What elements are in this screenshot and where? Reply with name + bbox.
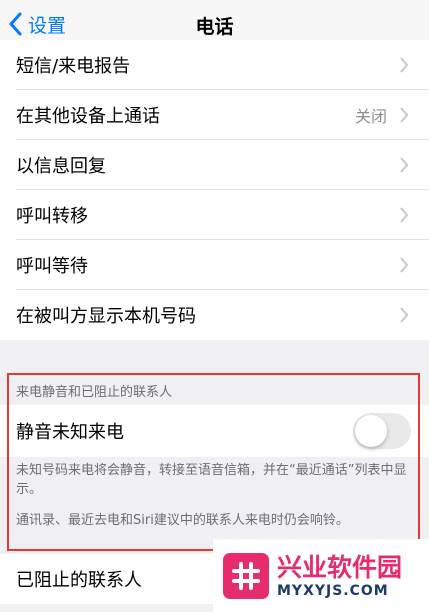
settings-row-label: 呼叫转移	[16, 206, 88, 227]
settings-row-call-waiting[interactable]: 呼叫等待	[0, 240, 429, 290]
settings-row-value: 关闭	[354, 107, 387, 126]
chevron-right-icon	[400, 257, 409, 273]
silence-group: 静音未知来电	[0, 405, 429, 457]
settings-row-label: 以信息回复	[16, 156, 106, 177]
settings-row-show-my-caller-id[interactable]: 在被叫方显示本机号码	[0, 290, 429, 340]
settings-row-respond-with-text[interactable]: 以信息回复	[0, 140, 429, 190]
settings-row-label: 在其他设备上通话	[16, 106, 160, 127]
settings-row-silence-unknown-callers: 静音未知来电	[0, 405, 429, 457]
section-header-silence: 来电静音和已阻止的联系人	[16, 385, 173, 400]
silence-footer-description: 未知号码来电将会静音，转接至语音信箱，并在“最近通话”列表中显示。	[16, 463, 407, 497]
silence-unknown-callers-toggle[interactable]	[353, 413, 411, 449]
settings-row-label: 短信/来电报告	[16, 56, 131, 77]
settings-row-call-forwarding[interactable]: 呼叫转移	[0, 190, 429, 240]
chevron-right-icon	[400, 307, 409, 323]
toggle-label: 静音未知来电	[16, 422, 124, 443]
settings-row-label: 在被叫方显示本机号码	[16, 306, 196, 327]
watermark: 兴业软件园 MYXYJS.COM	[213, 539, 429, 612]
chevron-right-icon	[400, 57, 409, 73]
settings-row-sms-call-reporting[interactable]: 短信/来电报告	[0, 40, 429, 90]
page-title: 电话	[195, 16, 234, 38]
settings-row-label: 呼叫等待	[16, 256, 88, 277]
chevron-right-icon	[400, 157, 409, 173]
watermark-title: 兴业软件园	[277, 552, 403, 582]
watermark-logo-icon	[223, 552, 269, 599]
settings-row-label: 已阻止的联系人	[16, 570, 142, 591]
chevron-right-icon	[400, 107, 409, 123]
settings-row-calls-on-other-devices[interactable]: 在其他设备上通话 关闭	[0, 90, 429, 140]
silence-footer-note: 通讯录、最近去电和Siri建议中的联系人来电时仍会响铃。	[16, 513, 349, 528]
watermark-url: MYXYJS.COM	[277, 582, 389, 599]
toggle-knob	[355, 415, 387, 447]
phone-settings-group: 短信/来电报告 在其他设备上通话 关闭 以信息回复 呼叫转移 呼叫等待 在被叫方…	[0, 40, 429, 340]
chevron-right-icon	[400, 207, 409, 223]
